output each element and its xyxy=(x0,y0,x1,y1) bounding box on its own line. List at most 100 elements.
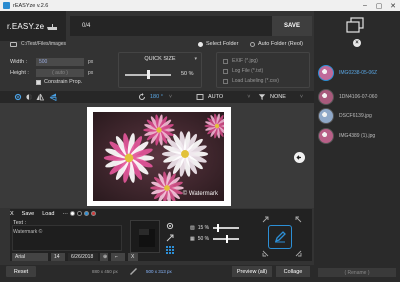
rotation-chevron-icon[interactable]: ˅ xyxy=(169,94,172,100)
log-label: Log File (*.txt) xyxy=(232,68,264,74)
filter-icon[interactable] xyxy=(258,93,266,101)
log-checkbox[interactable] xyxy=(223,68,228,74)
exif-checkbox[interactable] xyxy=(223,58,228,64)
brightness-icon[interactable] xyxy=(25,93,33,101)
align-icon[interactable]: ⌐ xyxy=(111,253,125,261)
opacity-slider[interactable] xyxy=(213,224,240,232)
opacity-slider-thumb[interactable] xyxy=(217,224,220,232)
file-name: 1DN4106-07-060 xyxy=(339,94,378,100)
flip-vertical-button[interactable] xyxy=(49,91,57,103)
next-image-button[interactable] xyxy=(294,152,305,163)
tab-save[interactable]: Save xyxy=(22,211,35,217)
close-list-button[interactable]: × xyxy=(353,39,361,47)
reset-button[interactable]: Reset xyxy=(6,266,36,277)
height-unit: px xyxy=(88,70,94,76)
swatch-black[interactable] xyxy=(77,211,82,216)
tab-load[interactable]: Load xyxy=(42,211,54,217)
text-value: Watermark © xyxy=(13,229,43,235)
text-label: Text : xyxy=(13,220,27,226)
position-icon[interactable] xyxy=(166,222,174,230)
swatch-red[interactable] xyxy=(91,211,96,216)
swatch-white[interactable] xyxy=(70,211,75,216)
expand-corner-icon[interactable] xyxy=(262,216,269,223)
font-select[interactable]: Arial xyxy=(12,253,48,261)
format-icon[interactable] xyxy=(196,93,204,101)
maximize-button[interactable]: ▢ xyxy=(372,0,386,11)
log-option[interactable]: Log File (*.txt) xyxy=(223,68,263,74)
pointer-hand-icon xyxy=(47,23,58,30)
filter-control[interactable]: NONE ˅ xyxy=(258,91,303,103)
minimize-button[interactable]: – xyxy=(358,0,372,11)
flip-horizontal-icon[interactable] xyxy=(36,93,44,101)
labeling-checkbox[interactable] xyxy=(223,78,228,84)
rename-button[interactable]: ( Rename ) xyxy=(318,268,396,277)
quick-size-title: QUICK SIZE xyxy=(144,56,176,62)
auto-folder-radio[interactable] xyxy=(250,41,255,47)
resize-settings: Width : 500 px Height : ( auto ) px Cons… xyxy=(6,52,312,88)
labeling-option[interactable]: Load Labeling (*.csv) xyxy=(223,78,279,84)
size-slider[interactable] xyxy=(213,235,240,243)
select-folder-option[interactable]: Select Folder xyxy=(198,41,238,47)
flip-horizontal-button[interactable] xyxy=(36,91,44,103)
size-slider-thumb[interactable] xyxy=(226,235,229,243)
file-thumbnail[interactable] xyxy=(318,108,334,124)
file-list-item[interactable]: 1DN4106-07-060 xyxy=(318,89,377,105)
font-size-input[interactable]: 14 xyxy=(51,253,65,261)
save-button[interactable]: SAVE xyxy=(272,16,312,36)
tab-close[interactable]: X xyxy=(10,211,14,217)
constrain-checkbox[interactable] xyxy=(36,80,41,85)
windows-stack-icon[interactable] xyxy=(346,17,364,33)
select-folder-radio[interactable] xyxy=(198,41,203,47)
expand-corner-icon[interactable] xyxy=(262,250,269,257)
flower-photo xyxy=(93,112,224,201)
quick-size-slider-thumb[interactable] xyxy=(147,70,150,79)
size-icon[interactable] xyxy=(166,234,174,242)
file-list-item[interactable]: IMG0238-05-06Z xyxy=(318,65,377,81)
swatch-blue[interactable] xyxy=(84,211,89,216)
settings-gear-button[interactable] xyxy=(14,91,22,103)
opacity-row: ▨ 15 % xyxy=(190,224,240,232)
file-list-item[interactable]: IMG4389 (1).jpg xyxy=(318,128,375,144)
preview-image[interactable]: © Watermark xyxy=(93,112,224,201)
collage-button[interactable]: Collage xyxy=(276,266,310,277)
gear-icon[interactable] xyxy=(14,93,22,101)
width-label: Width : xyxy=(10,59,28,65)
filter-chevron-icon[interactable]: ˅ xyxy=(300,94,303,100)
date-picker-icon[interactable]: ⊕ xyxy=(100,253,108,261)
rotation-control[interactable]: 180 ° ˅ xyxy=(138,91,172,103)
expand-corner-icon[interactable] xyxy=(295,216,302,223)
arrow-left-icon[interactable] xyxy=(296,154,303,161)
auto-folder-option[interactable]: Auto Folder (Reol) xyxy=(250,41,303,47)
file-list-item[interactable]: DSCF6139.jpg xyxy=(318,108,372,124)
file-thumbnail[interactable] xyxy=(318,65,334,81)
opacity-value: 15 % xyxy=(197,225,210,231)
pen-icon[interactable] xyxy=(273,230,287,244)
edit-watermark-button[interactable] xyxy=(268,225,292,249)
preview-all-button[interactable]: Preview (all) xyxy=(232,266,272,277)
chevron-down-icon[interactable]: ▾ xyxy=(194,56,197,62)
height-input[interactable]: ( auto ) xyxy=(36,69,84,77)
exif-option[interactable]: EXIF (*.jpg) xyxy=(223,58,258,64)
grid-icon[interactable] xyxy=(166,246,174,254)
folder-icon[interactable] xyxy=(10,41,17,47)
file-thumbnail[interactable] xyxy=(318,89,334,105)
width-input[interactable]: 500 xyxy=(36,58,84,66)
exif-label: EXIF (*.jpg) xyxy=(232,58,258,64)
close-window-button[interactable]: ✕ xyxy=(386,0,400,11)
date-input[interactable]: 6/26/2018 xyxy=(68,253,98,261)
watermark-preview xyxy=(130,220,160,253)
expand-corner-icon[interactable] xyxy=(295,250,302,257)
folder-path: C:/Test/Files/images xyxy=(21,41,67,47)
tab-more[interactable]: ··· xyxy=(62,211,68,217)
height-label: Height : xyxy=(10,70,29,76)
clear-button[interactable]: X xyxy=(128,253,138,261)
file-name: IMG4389 (1).jpg xyxy=(339,133,376,139)
flip-vertical-icon[interactable] xyxy=(49,93,57,101)
format-value: AUTO xyxy=(208,94,224,100)
file-thumbnail[interactable] xyxy=(318,128,334,144)
format-control[interactable]: AUTO ˅ xyxy=(196,91,250,103)
rotate-icon[interactable] xyxy=(138,93,146,101)
format-chevron-icon[interactable]: ˅ xyxy=(247,94,250,100)
logo: r.EASY.ze xyxy=(0,11,66,41)
brightness-button[interactable] xyxy=(25,91,33,103)
